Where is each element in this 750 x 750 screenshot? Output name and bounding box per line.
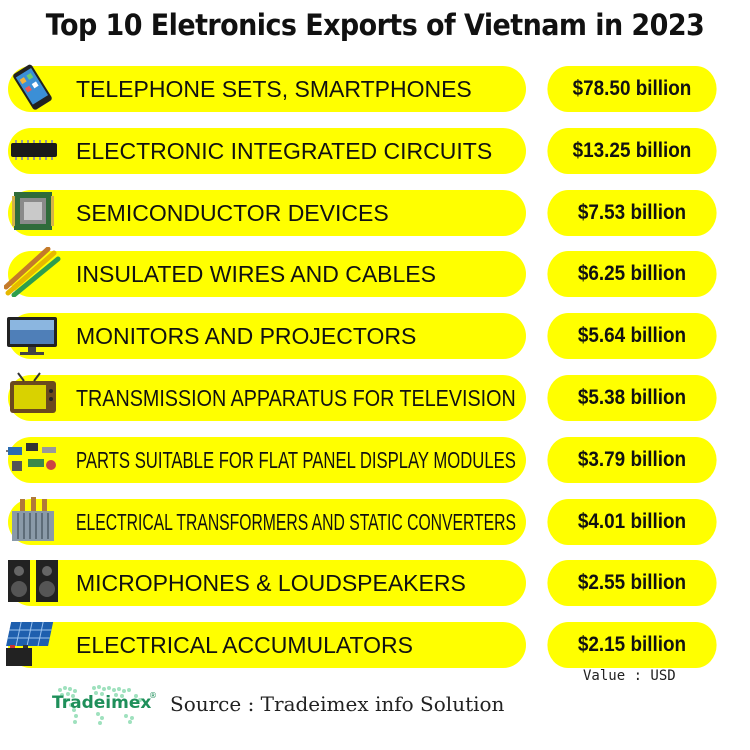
value-pill: $6.25 billion — [547, 251, 717, 298]
television-icon — [4, 371, 62, 421]
category-label: MONITORS AND PROJECTORS — [76, 323, 417, 350]
export-row: ELECTRICAL TRANSFORMERS AND STATIC CONVE… — [0, 495, 750, 547]
category-label: ELECTRONIC INTEGRATED CIRCUITS — [76, 137, 493, 164]
source-note: Source : Tradeimex info Solution — [170, 692, 505, 716]
category-label: ELECTRICAL TRANSFORMERS AND STATIC CONVE… — [76, 508, 516, 535]
unit-note: Value : USD — [583, 668, 676, 684]
tradeimex-logo: Tradeimex ® — [52, 685, 157, 725]
value-pill: $5.64 billion — [547, 313, 717, 360]
value-pill: $7.53 billion — [547, 189, 717, 236]
value-pill: $2.55 billion — [547, 560, 717, 607]
export-row: ELECTRONIC INTEGRATED CIRCUITS $13.25 bil… — [0, 126, 750, 176]
components-icon — [4, 433, 62, 483]
speakers-icon — [4, 556, 62, 606]
processor-icon — [4, 186, 62, 236]
svg-text:Tradeimex: Tradeimex — [52, 693, 151, 713]
export-row: PARTS SUITABLE FOR FLAT PANEL DISPLAY MO… — [0, 435, 750, 485]
cables-icon — [3, 246, 62, 298]
chip-icon — [4, 124, 62, 174]
export-row: TELEPHONE SETS, SMARTPHONES $78.50 billio… — [0, 64, 750, 114]
category-label: INSULATED WIRES AND CABLES — [76, 261, 436, 288]
category-label: TRANSMISSION APPARATUS FOR TELEVISION — [76, 385, 516, 411]
monitor-icon — [4, 309, 62, 359]
export-row: TRANSMISSION APPARATUS FOR TELEVISION $5.… — [0, 371, 750, 423]
value-pill: $13.25 billion — [547, 127, 717, 174]
category-label: SEMICONDUCTOR DEVICES — [76, 199, 389, 226]
smartphone-icon — [4, 62, 62, 112]
chart-title: Top 10 Eletronics Exports of Vietnam in … — [45, 8, 705, 42]
export-row: MICROPHONES & LOUDSPEAKERS $2.55 billion — [0, 558, 750, 608]
export-row: INSULATED WIRES AND CABLES $6.25 billion — [0, 246, 750, 299]
svg-text:®: ® — [149, 691, 157, 700]
export-row: MONITORS AND PROJECTORS $5.64 billion — [0, 311, 750, 361]
value-pill: $3.79 billion — [547, 436, 717, 483]
export-row: ELECTRICAL ACCUMULATORS $2.15 billion — [0, 620, 750, 670]
category-label: MICROPHONES & LOUDSPEAKERS — [76, 570, 466, 597]
category-label: TELEPHONE SETS, SMARTPHONES — [76, 76, 472, 102]
category-label: PARTS SUITABLE FOR FLAT PANEL DISPLAY MO… — [76, 446, 516, 473]
export-row: SEMICONDUCTOR DEVICES $7.53 billion — [0, 188, 750, 238]
value-pill: $2.15 billion — [547, 622, 717, 669]
value-pill: $78.50 billion — [547, 66, 717, 112]
value-pill: $5.38 billion — [547, 375, 717, 421]
value-pill: $4.01 billion — [547, 498, 717, 545]
battery-solar-icon — [4, 618, 62, 668]
category-label: ELECTRICAL ACCUMULATORS — [76, 632, 413, 659]
transformer-icon — [4, 495, 62, 545]
